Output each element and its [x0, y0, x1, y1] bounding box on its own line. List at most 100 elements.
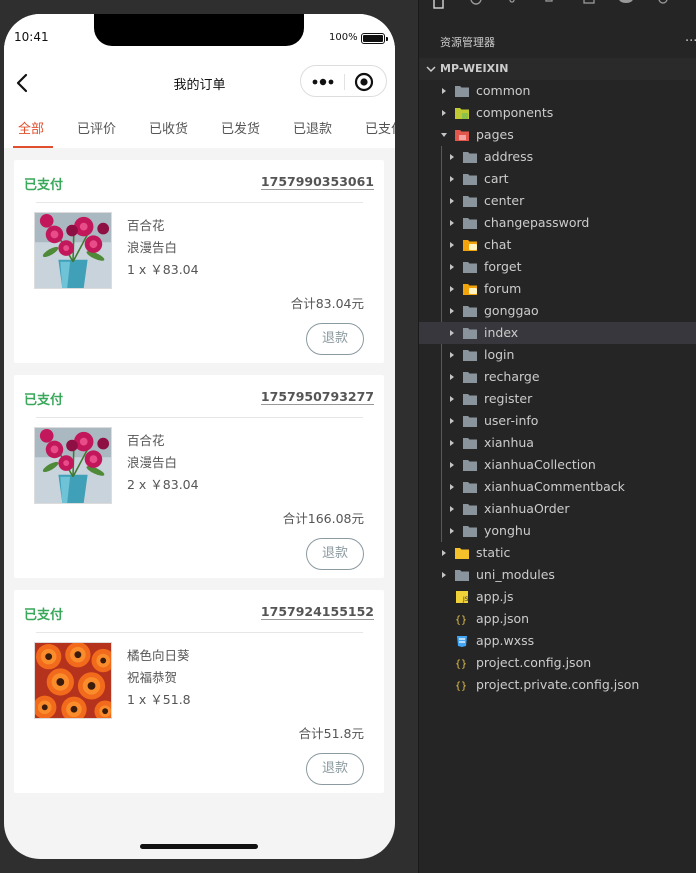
- product-quantity-price: 1 x ￥51.8: [127, 692, 191, 707]
- file-item-app-json[interactable]: {} app.json: [419, 608, 696, 630]
- product-image-sunflower[interactable]: [34, 642, 112, 719]
- chevron-down-icon: [426, 66, 436, 73]
- product-image-lily[interactable]: [34, 212, 112, 289]
- tab-received[interactable]: 已收货: [149, 118, 188, 137]
- folder-item-gonggao[interactable]: gonggao: [419, 300, 696, 322]
- folder-icon: [463, 438, 477, 449]
- search-icon[interactable]: [469, 0, 485, 10]
- folder-item-cart[interactable]: cart: [419, 168, 696, 190]
- folder-item-address[interactable]: address: [419, 146, 696, 168]
- bug-icon[interactable]: [655, 0, 671, 10]
- folder-item-xianhuaorder[interactable]: xianhuaOrder: [419, 498, 696, 520]
- file-item-app-js[interactable]: JS app.js: [419, 586, 696, 608]
- folder-icon: [463, 372, 477, 383]
- status-bar: 10:41 100%: [4, 14, 395, 62]
- folder-icon: [463, 218, 477, 229]
- chevron-right-icon: [442, 572, 446, 578]
- folder-item-xianhua[interactable]: xianhua: [419, 432, 696, 454]
- tree-item-label: address: [484, 149, 534, 164]
- whale-icon[interactable]: [618, 0, 634, 10]
- chevron-right-icon: [450, 330, 454, 336]
- order-total: 合计51.8元: [298, 726, 364, 741]
- page-icon[interactable]: [581, 0, 597, 10]
- chevron-right-icon: [450, 264, 454, 270]
- folder-icon: [463, 504, 477, 515]
- chevron-right-icon: [450, 198, 454, 204]
- folder-item-forum[interactable]: forum: [419, 278, 696, 300]
- close-mini-program-icon[interactable]: [354, 72, 374, 92]
- folder-item-xianhuacommentback[interactable]: xianhuaCommentback: [419, 476, 696, 498]
- refund-button[interactable]: 退款: [306, 753, 364, 785]
- folder-item-center[interactable]: center: [419, 190, 696, 212]
- order-card[interactable]: 已支付 1757990353061 百合花 浪漫告白 1 x ￥83.04 合计…: [14, 160, 384, 363]
- tree-item-label: forget: [484, 259, 522, 274]
- file-item-app-wxss[interactable]: app.wxss: [419, 630, 696, 652]
- tab-all[interactable]: 全部: [18, 118, 44, 137]
- product-name: 百合花: [127, 218, 165, 233]
- order-status: 已支付: [24, 608, 64, 623]
- folder-item-index[interactable]: index: [419, 322, 696, 344]
- chat-folder-icon: [463, 240, 477, 251]
- product-description: 祝福恭贺: [127, 670, 178, 685]
- tab-reviewed[interactable]: 已评价: [77, 118, 116, 137]
- order-total: 合计83.04元: [290, 296, 364, 311]
- order-card[interactable]: 已支付 1757924155152 橘色向日葵 祝福恭贺 1 x ￥51.8 合…: [14, 590, 384, 793]
- workspace-root[interactable]: MP-WEIXIN: [419, 58, 696, 80]
- order-number: 1757950793277: [260, 389, 374, 405]
- folder-item-static[interactable]: static: [419, 542, 696, 564]
- more-actions-icon[interactable]: ···: [685, 34, 696, 49]
- file-item-project-private-config-json[interactable]: {} project.private.config.json: [419, 674, 696, 696]
- folder-icon: [463, 306, 477, 317]
- folder-item-user-info[interactable]: user-info: [419, 410, 696, 432]
- folder-item-recharge[interactable]: recharge: [419, 366, 696, 388]
- extensions-icon[interactable]: [544, 0, 560, 10]
- svg-text:{}: {}: [455, 615, 467, 626]
- tree-item-label: center: [484, 193, 525, 208]
- static-folder-icon: [455, 548, 469, 559]
- folder-icon: [463, 482, 477, 493]
- tree-item-label: index: [484, 325, 519, 340]
- refund-button[interactable]: 退款: [306, 538, 364, 570]
- css-file-icon: [457, 636, 467, 647]
- folder-item-forget[interactable]: forget: [419, 256, 696, 278]
- folder-item-yonghu[interactable]: yonghu: [419, 520, 696, 542]
- folder-item-xianhuacollection[interactable]: xianhuaCollection: [419, 454, 696, 476]
- refund-button[interactable]: 退款: [306, 323, 364, 355]
- chevron-right-icon: [450, 462, 454, 468]
- svg-text:{}: {}: [455, 681, 467, 692]
- folder-item-components[interactable]: components: [419, 102, 696, 124]
- folder-item-common[interactable]: common: [419, 80, 696, 102]
- folder-item-login[interactable]: login: [419, 344, 696, 366]
- folder-icon: [455, 570, 469, 581]
- folder-open-icon: [455, 130, 469, 141]
- tab-refunded[interactable]: 已退款: [293, 118, 332, 137]
- folder-item-uni-modules[interactable]: uni_modules: [419, 564, 696, 586]
- files-icon[interactable]: [431, 0, 447, 10]
- tree-item-label: login: [484, 347, 515, 362]
- battery-percentage: 100%: [329, 32, 358, 43]
- product-image-lily[interactable]: [34, 427, 112, 504]
- active-tab-indicator: [13, 146, 53, 148]
- chevron-right-icon: [450, 308, 454, 314]
- tab-paid[interactable]: 已支付: [365, 118, 395, 137]
- folder-icon: [463, 174, 477, 185]
- tree-item-label: forum: [484, 281, 522, 296]
- phone-screen: 10:41 100% 我的订单 全部 已评价 已收货 已发货 已退款 已支付: [4, 14, 395, 859]
- tab-shipped[interactable]: 已发货: [221, 118, 260, 137]
- folder-icon: [463, 152, 477, 163]
- folder-item-register[interactable]: register: [419, 388, 696, 410]
- folder-item-chat[interactable]: chat: [419, 234, 696, 256]
- battery-icon: [361, 33, 388, 44]
- order-number: 1757924155152: [260, 604, 374, 620]
- order-status: 已支付: [24, 393, 64, 408]
- order-card[interactable]: 已支付 1757950793277 百合花 浪漫告白 2 x ￥83.04 合计…: [14, 375, 384, 578]
- folder-icon: [463, 394, 477, 405]
- status-time: 10:41: [14, 30, 49, 44]
- folder-icon: [463, 350, 477, 361]
- source-control-icon[interactable]: [507, 0, 523, 10]
- folder-item-changepassword[interactable]: changepassword: [419, 212, 696, 234]
- folder-item-pages[interactable]: pages: [419, 124, 696, 146]
- tree-item-label: gonggao: [484, 303, 539, 318]
- more-dots-icon[interactable]: [311, 75, 335, 89]
- file-item-project-config-json[interactable]: {} project.config.json: [419, 652, 696, 674]
